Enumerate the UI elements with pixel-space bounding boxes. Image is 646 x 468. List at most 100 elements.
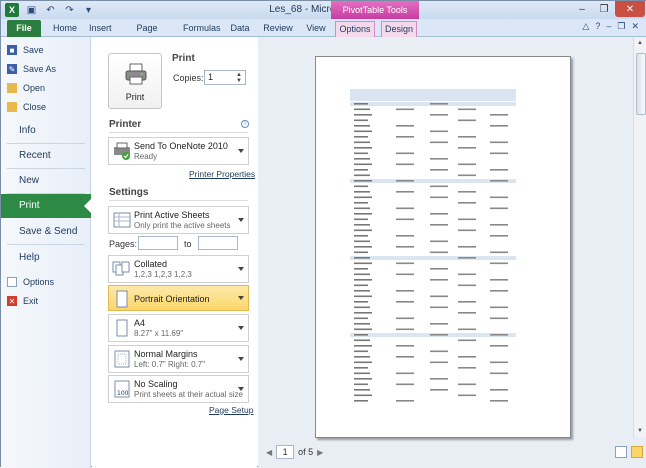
print-what-subtitle: Only print the active sheets bbox=[134, 221, 231, 230]
tab-review[interactable]: Review bbox=[263, 21, 293, 37]
preview-row-label bbox=[354, 394, 372, 397]
tab-page-layout[interactable]: Page Layout bbox=[125, 21, 169, 47]
help-icon[interactable]: ? bbox=[595, 21, 600, 32]
copies-label: Copies: bbox=[173, 73, 204, 83]
printer-properties-link[interactable]: Printer Properties bbox=[189, 169, 255, 179]
nav-help[interactable]: Help bbox=[1, 246, 91, 270]
preview-cell bbox=[490, 400, 508, 402]
nav-new[interactable]: New bbox=[1, 169, 91, 193]
close-file-icon bbox=[7, 102, 17, 112]
collate-select[interactable]: Collated 1,2,3 1,2,3 1,2,3 bbox=[108, 255, 249, 283]
preview-row-label bbox=[354, 361, 372, 364]
preview-row-label bbox=[354, 268, 368, 270]
print-what-title: Print Active Sheets bbox=[134, 210, 210, 220]
preview-cell bbox=[430, 169, 448, 171]
current-page-input[interactable]: 1 bbox=[276, 445, 295, 459]
preview-cell bbox=[430, 213, 448, 215]
settings-heading: Settings bbox=[109, 187, 149, 198]
tab-file[interactable]: File bbox=[7, 20, 41, 37]
workbook-close-icon[interactable]: ✕ bbox=[631, 21, 639, 32]
nav-open[interactable]: Open bbox=[1, 81, 91, 95]
copies-input[interactable]: 1 ▲ ▼ bbox=[204, 70, 246, 85]
nav-save-and-send[interactable]: Save & Send bbox=[1, 220, 91, 244]
scroll-down-icon[interactable]: ▼ bbox=[637, 428, 643, 434]
collate-title: Collated bbox=[134, 259, 168, 269]
page-setup-link[interactable]: Page Setup bbox=[209, 405, 253, 415]
preview-row-label bbox=[354, 378, 372, 380]
preview-cell bbox=[458, 328, 476, 331]
preview-row-label bbox=[354, 251, 368, 254]
paper-size-icon bbox=[116, 319, 128, 337]
print-settings-pane: Print Print Copies: 1 ▲ ▼ Printer i Send … bbox=[92, 37, 257, 468]
preview-row-label bbox=[354, 301, 368, 303]
paper-size-title: A4 bbox=[134, 318, 146, 328]
pages-to-input[interactable] bbox=[198, 236, 238, 250]
close-window-icon[interactable]: ✕ bbox=[615, 1, 645, 17]
preview-row-label bbox=[354, 383, 368, 386]
tab-data[interactable]: Data bbox=[229, 21, 251, 37]
printer-icon bbox=[114, 142, 130, 160]
chevron-down-icon bbox=[238, 357, 244, 361]
print-what-select[interactable]: Print Active Sheets Only print the activ… bbox=[108, 206, 249, 234]
workbook-minimize-icon[interactable]: – bbox=[606, 21, 611, 32]
scaling-select[interactable]: 100 No Scaling Print sheets at their act… bbox=[108, 375, 249, 403]
nav-close[interactable]: Close bbox=[1, 100, 91, 114]
printer-status: Ready bbox=[134, 152, 158, 161]
nav-info[interactable]: Info bbox=[1, 119, 91, 143]
restore-icon[interactable]: ❐ bbox=[593, 1, 615, 17]
minimize-ribbon-icon[interactable]: △ bbox=[582, 21, 589, 32]
nav-options[interactable]: Options bbox=[1, 275, 91, 289]
preview-row-label bbox=[354, 284, 368, 287]
previous-page-icon[interactable]: ◀ bbox=[266, 448, 272, 457]
tab-insert[interactable]: Insert bbox=[89, 21, 112, 37]
nav-print[interactable]: Print bbox=[1, 194, 92, 218]
paper-size-select[interactable]: A4 8.27" x 11.69" bbox=[108, 314, 249, 342]
preview-cell bbox=[430, 130, 448, 133]
excel-window: X ▣ ↶ ↷ ▾ Les_68 - Microsoft Excel Pivot… bbox=[0, 0, 646, 468]
pages-from-input[interactable] bbox=[138, 236, 178, 250]
preview-cell bbox=[458, 202, 476, 204]
save-as-icon: ✎ bbox=[7, 64, 17, 74]
copies-spinner[interactable]: ▲ ▼ bbox=[236, 72, 244, 84]
preview-row-label bbox=[354, 158, 370, 160]
printer-select[interactable]: Send To OneNote 2010 Ready bbox=[108, 137, 249, 165]
preview-scrollbar[interactable]: ▲ ▼ bbox=[633, 37, 646, 437]
print-button[interactable]: Print bbox=[108, 53, 162, 109]
preview-cell bbox=[490, 361, 508, 364]
preview-cell bbox=[490, 279, 508, 281]
preview-cell bbox=[396, 290, 414, 292]
orientation-select[interactable]: Portrait Orientation bbox=[108, 285, 249, 311]
nav-exit[interactable]: ✕ Exit bbox=[1, 294, 91, 308]
preview-cell bbox=[490, 169, 508, 171]
paper-size-subtitle: 8.27" x 11.69" bbox=[134, 329, 184, 338]
nav-recent[interactable]: Recent bbox=[1, 144, 91, 168]
margins-select[interactable]: Normal Margins Left: 0.7" Right: 0.7" bbox=[108, 345, 249, 373]
info-icon[interactable]: i bbox=[241, 120, 249, 128]
tab-home[interactable]: Home bbox=[53, 21, 77, 37]
tab-options[interactable]: Options bbox=[335, 21, 375, 37]
minimize-icon[interactable]: – bbox=[571, 1, 593, 17]
preview-cell bbox=[490, 334, 508, 336]
tab-design[interactable]: Design bbox=[381, 21, 417, 37]
preview-row-label bbox=[354, 334, 368, 336]
preview-row-label bbox=[354, 323, 370, 325]
show-margins-icon[interactable] bbox=[615, 446, 627, 458]
nav-save-as[interactable]: ✎ Save As bbox=[1, 62, 91, 76]
workbook-restore-icon[interactable]: ❐ bbox=[617, 21, 625, 32]
scrollbar-thumb[interactable] bbox=[636, 53, 646, 115]
printer-name: Send To OneNote 2010 bbox=[134, 141, 228, 151]
preview-cell bbox=[490, 262, 508, 265]
tab-formulas[interactable]: Formulas bbox=[183, 21, 221, 37]
pages-to-label: to bbox=[184, 239, 192, 249]
nav-save[interactable]: ■ Save bbox=[1, 43, 91, 57]
scroll-up-icon[interactable]: ▲ bbox=[637, 40, 643, 46]
copies-value: 1 bbox=[208, 72, 214, 82]
zoom-to-page-icon[interactable] bbox=[631, 446, 643, 458]
preview-cell bbox=[430, 361, 448, 364]
preview-cell bbox=[490, 389, 508, 391]
preview-cell bbox=[396, 108, 414, 111]
preview-row-label bbox=[354, 262, 372, 265]
preview-row-label bbox=[354, 389, 370, 391]
tab-view[interactable]: View bbox=[305, 21, 327, 37]
next-page-icon[interactable]: ▶ bbox=[317, 448, 323, 457]
